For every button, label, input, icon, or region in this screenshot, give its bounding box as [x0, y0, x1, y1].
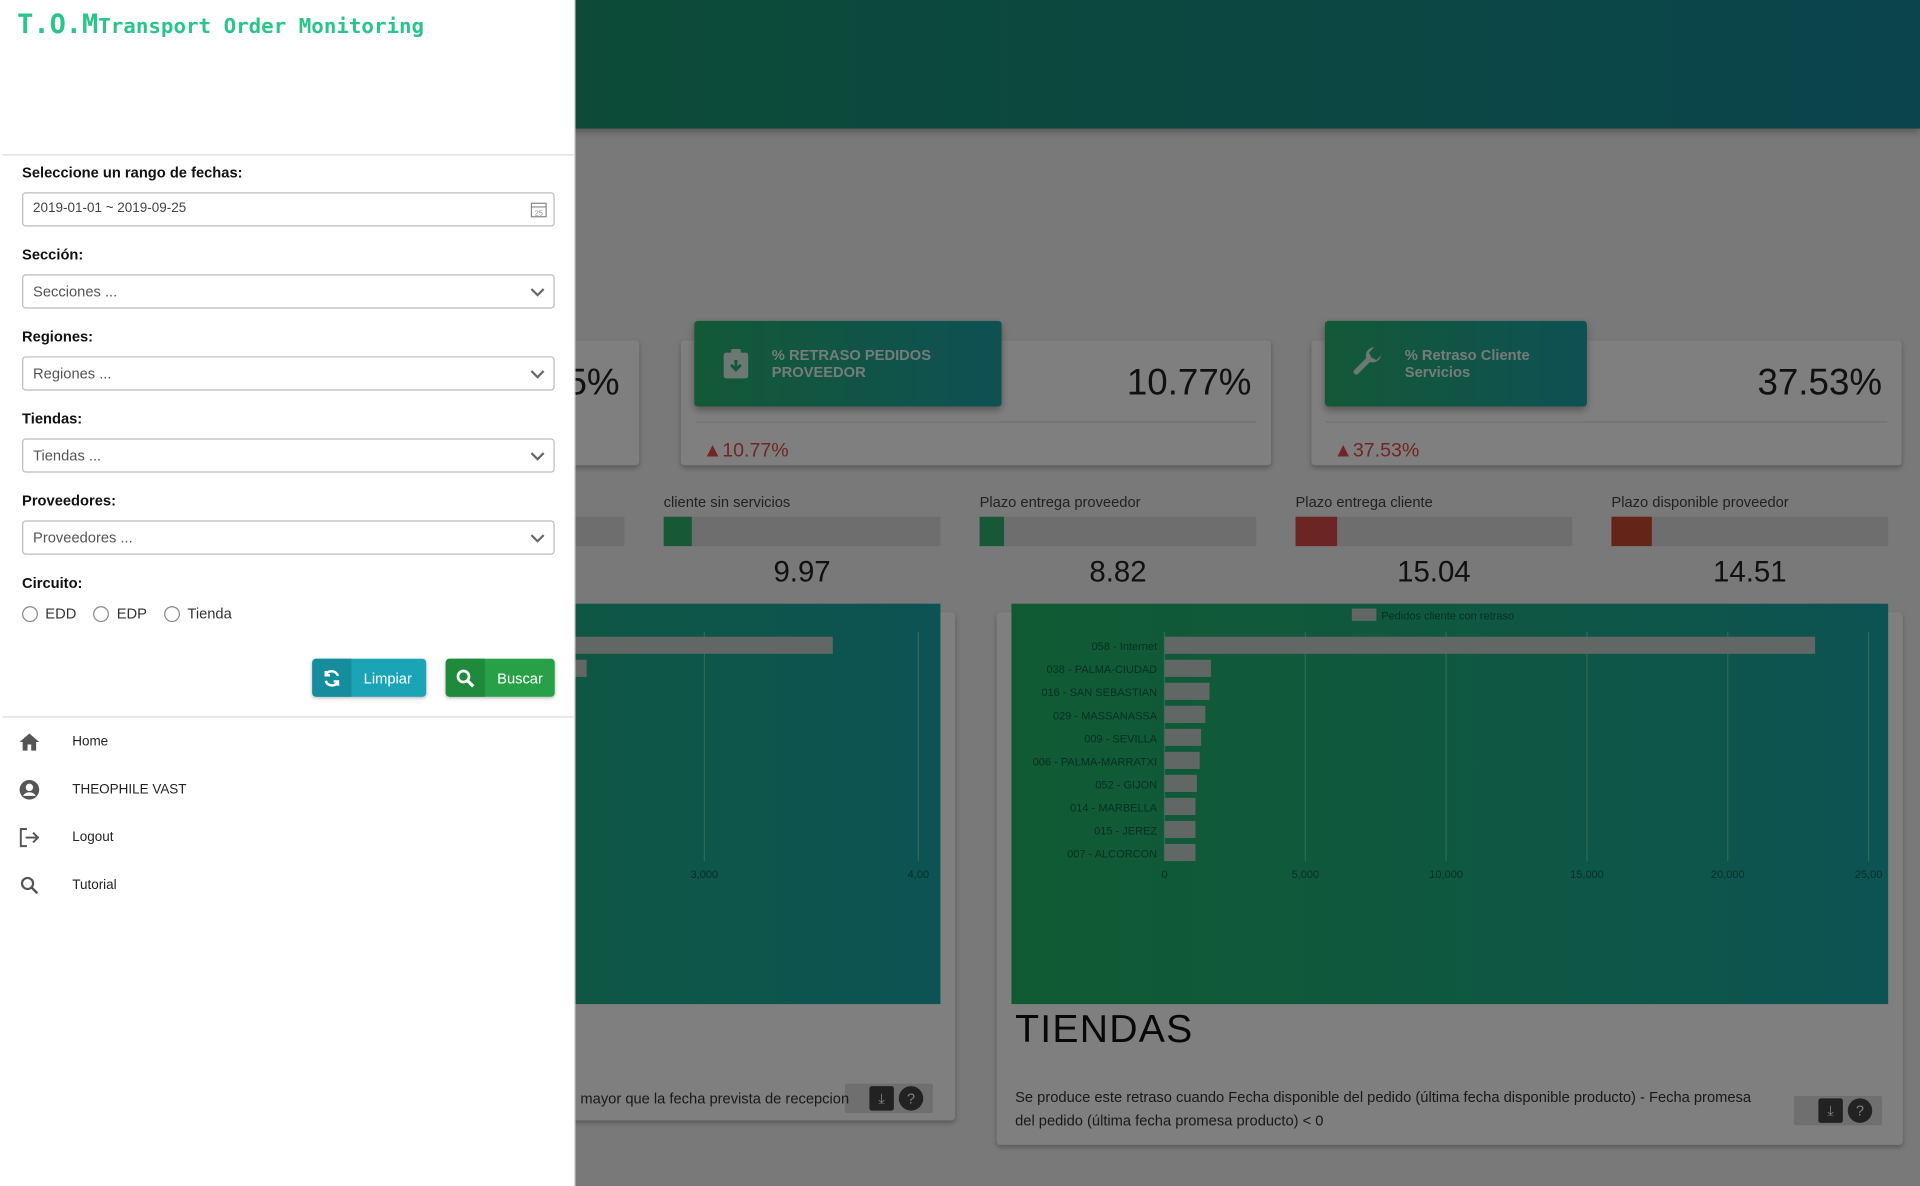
regions-select[interactable]: Regiones ... [22, 356, 555, 391]
circuit-options: EDD EDP Tienda [22, 605, 249, 622]
nav-home-label: Home [72, 734, 109, 750]
brand-name: Transport Order Monitoring [98, 14, 425, 40]
chevron-down-icon [530, 288, 545, 297]
app-logo: T.O.MTransport Order Monitoring [17, 10, 424, 41]
nav-tutorial[interactable]: Tutorial [17, 873, 117, 897]
chevron-down-icon [530, 370, 545, 379]
date-range-value: 2019-01-01 ~ 2019-09-25 [33, 200, 187, 216]
search-label: Buscar [497, 669, 543, 687]
clear-button[interactable]: Limpiar [312, 658, 427, 697]
filter-drawer: T.O.MTransport Order Monitoring Seleccio… [0, 0, 576, 1186]
regions-placeholder: Regiones ... [33, 364, 112, 383]
filter-panel: Seleccione un rango de fechas: 2019-01-0… [2, 154, 575, 718]
suppliers-label: Proveedores: [22, 492, 116, 510]
refresh-icon [312, 658, 352, 697]
radio-label: EDD [45, 604, 77, 623]
nav-user-label: THEOPHILE VAST [72, 782, 187, 798]
account-circle-icon [17, 778, 41, 802]
stores-label: Tiendas: [22, 410, 83, 428]
suppliers-select[interactable]: Proveedores ... [22, 520, 555, 555]
radio-tienda[interactable] [164, 605, 181, 622]
stores-select[interactable]: Tiendas ... [22, 438, 555, 473]
nav-logout-label: Logout [72, 830, 114, 845]
section-label: Sección: [22, 246, 84, 264]
date-range-label: Seleccione un rango de fechas: [22, 164, 243, 182]
radio-label: EDP [116, 604, 147, 623]
nav-tutorial-label: Tutorial [72, 877, 117, 893]
search-button[interactable]: Buscar [445, 658, 555, 697]
nav-user[interactable]: THEOPHILE VAST [17, 778, 187, 802]
circuit-label: Circuito: [22, 574, 83, 592]
suppliers-placeholder: Proveedores ... [33, 528, 133, 547]
calendar-day: 25 [535, 209, 543, 218]
section-placeholder: Secciones ... [33, 282, 118, 301]
section-select[interactable]: Secciones ... [22, 274, 555, 309]
chevron-down-icon [530, 452, 545, 461]
chevron-down-icon [530, 534, 545, 543]
nav-logout[interactable]: Logout [17, 825, 113, 849]
calendar-icon[interactable]: 25 [530, 201, 547, 218]
clear-label: Limpiar [363, 669, 412, 687]
nav-home[interactable]: Home [17, 730, 108, 754]
logout-icon [17, 825, 41, 849]
date-range-input[interactable]: 2019-01-01 ~ 2019-09-25 25 [22, 192, 555, 227]
brand-acronym: T.O.M [17, 9, 99, 41]
search-icon [445, 658, 485, 697]
radio-edp[interactable] [93, 605, 110, 622]
magnifier-icon [17, 873, 41, 897]
stores-placeholder: Tiendas ... [33, 446, 102, 465]
regions-label: Regiones: [22, 328, 94, 346]
radio-label: Tienda [187, 604, 232, 623]
radio-edd[interactable] [22, 605, 38, 622]
home-icon [17, 730, 41, 754]
